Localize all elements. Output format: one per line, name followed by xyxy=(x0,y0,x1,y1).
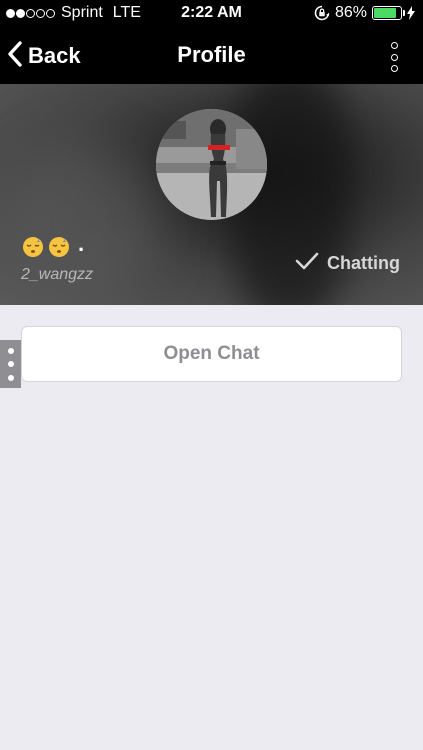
profile-header: z z . 2_wangzz Chatting xyxy=(0,84,423,305)
username: 2_wangzz xyxy=(21,266,94,283)
nav-bar: Back Profile xyxy=(0,28,423,84)
more-options-button[interactable] xyxy=(387,42,401,72)
vertical-dots-icon xyxy=(390,42,398,49)
display-name: z z . xyxy=(22,231,85,258)
svg-text:z: z xyxy=(63,237,66,244)
chevron-left-icon xyxy=(8,40,22,72)
battery-level xyxy=(374,8,397,18)
profile-screen: Sprint LTE 2:22 AM 86% Back Profile z z … xyxy=(0,0,423,750)
orientation-lock-icon xyxy=(314,5,330,21)
open-chat-button[interactable]: Open Chat xyxy=(21,326,402,382)
chatting-status: Chatting xyxy=(295,252,400,275)
display-name-suffix: . xyxy=(78,231,85,256)
main-content: Open Chat xyxy=(0,305,423,750)
chatting-label: Chatting xyxy=(327,253,400,273)
back-label: Back xyxy=(28,43,81,68)
status-bar: Sprint LTE 2:22 AM 86% xyxy=(0,0,423,28)
back-button[interactable]: Back xyxy=(8,38,81,74)
side-menu-handle[interactable] xyxy=(0,340,21,388)
battery-percent: 86% xyxy=(334,4,367,21)
vertical-dots-icon xyxy=(7,347,14,354)
sleeping-face-emoji: z xyxy=(48,236,70,258)
svg-text:z: z xyxy=(37,237,40,244)
status-right: 86% xyxy=(314,4,415,22)
battery-icon xyxy=(372,6,405,20)
sleeping-face-emoji: z xyxy=(22,236,44,258)
charging-bolt-icon xyxy=(407,6,415,20)
avatar[interactable] xyxy=(156,109,267,220)
checkmark-icon xyxy=(295,252,319,275)
